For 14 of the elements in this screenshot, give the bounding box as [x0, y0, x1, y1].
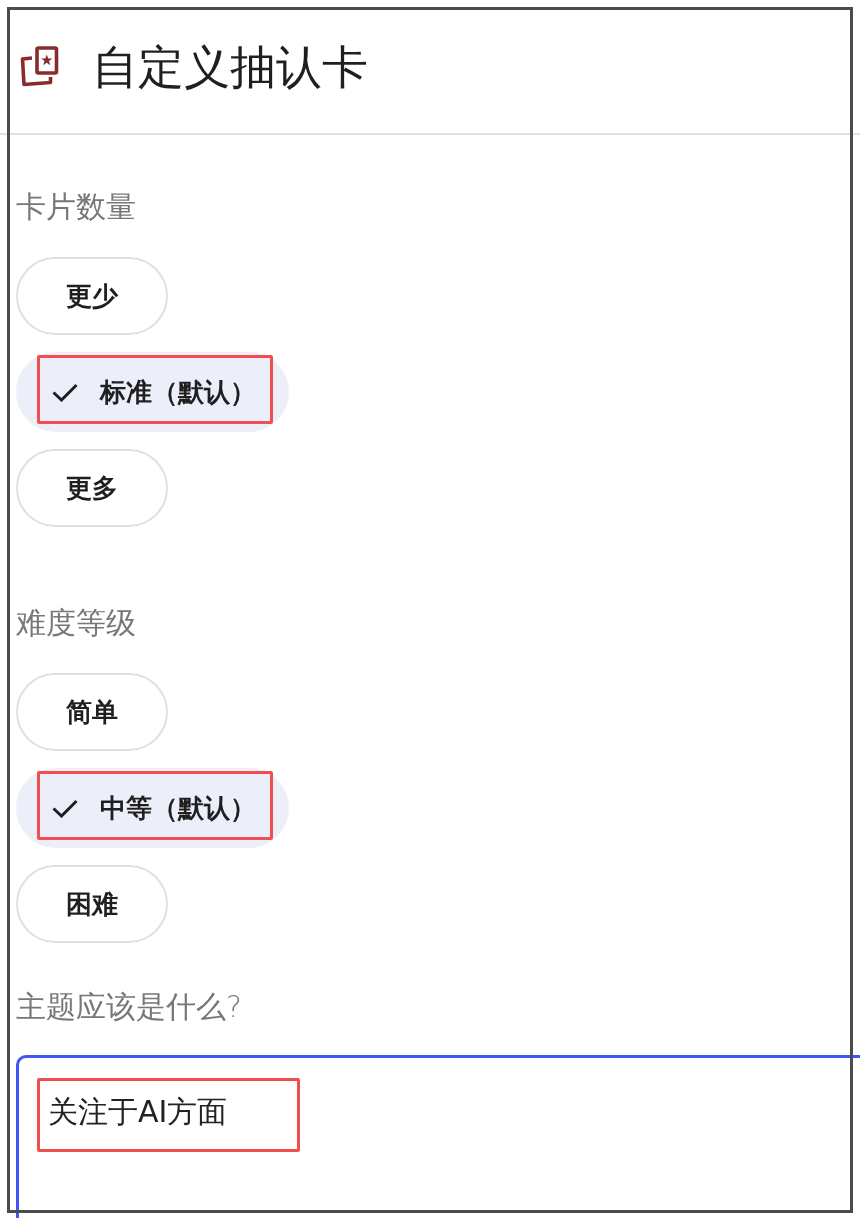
section-label: 难度等级	[16, 604, 137, 642]
section-label: 卡片数量	[16, 188, 137, 226]
check-icon	[52, 798, 78, 818]
option-chip[interactable]: 简单	[16, 673, 168, 751]
page-title: 自定义抽认卡	[92, 38, 368, 95]
option-chip[interactable]: 困难	[16, 865, 168, 943]
topic-text-area[interactable]: 关注于AI方面	[16, 1055, 860, 1218]
option-chip[interactable]: 标准（默认）	[16, 352, 289, 432]
check-icon	[52, 382, 78, 402]
flashcards-icon	[19, 46, 59, 87]
section-label: 主题应该是什么?	[16, 988, 243, 1026]
option-chip[interactable]: 更少	[16, 257, 168, 335]
option-chip[interactable]: 更多	[16, 449, 168, 527]
option-chip[interactable]: 中等（默认）	[16, 768, 289, 848]
